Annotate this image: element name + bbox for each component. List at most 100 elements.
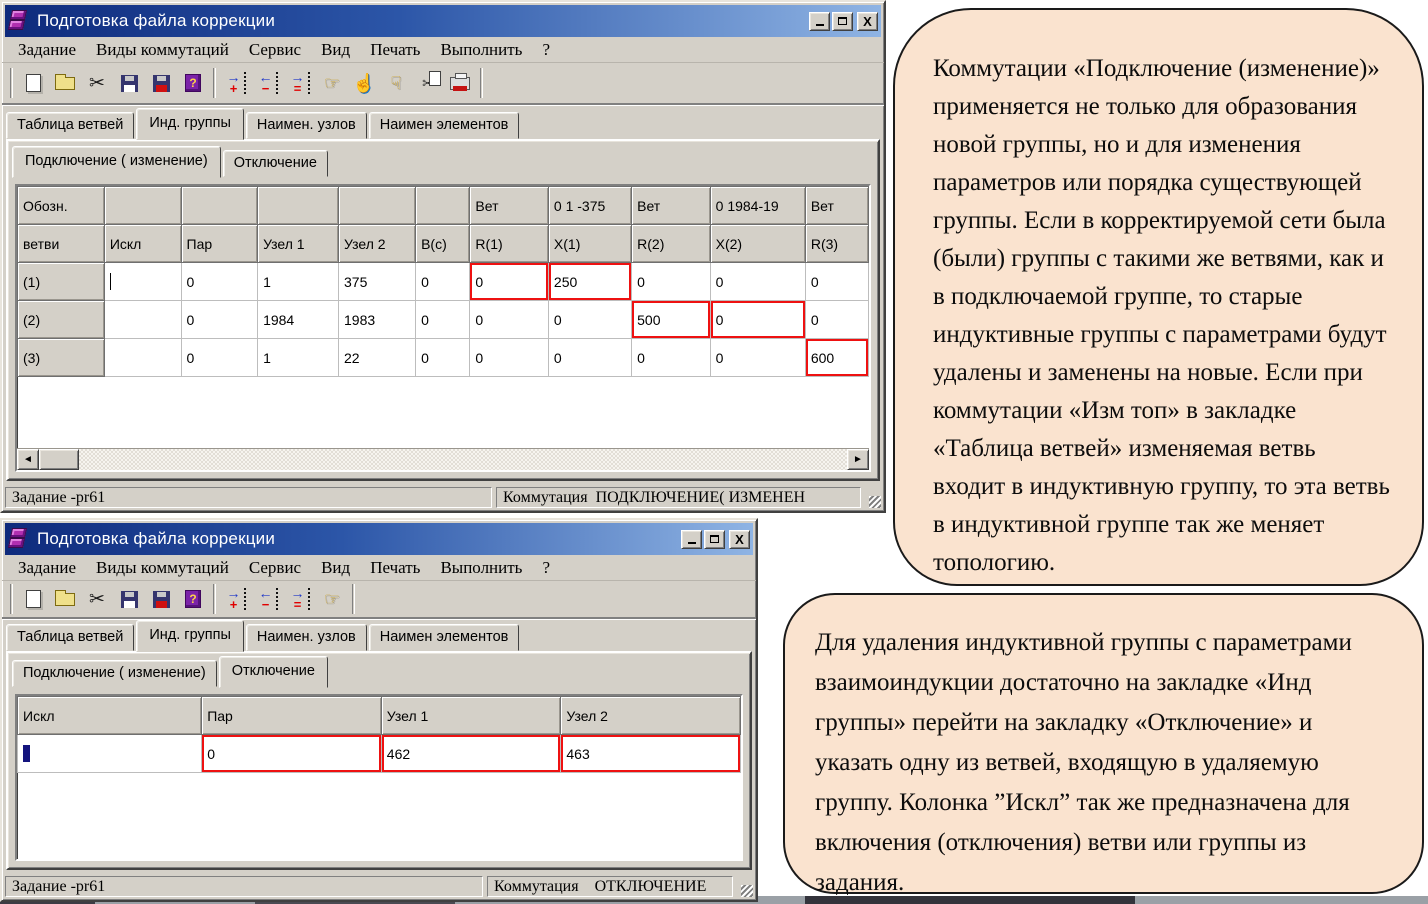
menu-zadanie[interactable]: Задание: [8, 557, 86, 579]
save-button[interactable]: [113, 67, 145, 99]
cell-iskl[interactable]: [104, 263, 181, 301]
menu-vidy-kommutaciy[interactable]: Виды коммутаций: [86, 39, 239, 61]
cell-r3[interactable]: 600: [805, 339, 868, 377]
cell-r1[interactable]: 0: [470, 339, 549, 377]
print-button[interactable]: [444, 67, 476, 99]
tab-naimen-elementov[interactable]: Наимен элементов: [369, 112, 520, 139]
tab-naimen-uzlov[interactable]: Наимен. узлов: [246, 112, 367, 139]
tab-ind-gruppy[interactable]: Инд. группы: [136, 620, 244, 652]
scroll-left-button[interactable]: ◄: [17, 449, 39, 470]
menu-servis[interactable]: Сервис: [239, 557, 311, 579]
cell-uzel2[interactable]: 463: [561, 735, 741, 773]
tab-naimen-elementov[interactable]: Наимен элементов: [369, 624, 520, 651]
disconnect-branch-button[interactable]: ←−: [252, 583, 284, 615]
cell-r1[interactable]: 0: [470, 263, 549, 301]
connect-branch-button[interactable]: →+: [220, 583, 252, 615]
cell-uzel2[interactable]: 22: [339, 339, 416, 377]
cut-button[interactable]: ✂: [81, 67, 113, 99]
title-bar[interactable]: Подготовка файла коррекции X: [5, 5, 881, 37]
cell-uzel1[interactable]: 462: [381, 735, 561, 773]
cell-x1[interactable]: 250: [548, 263, 631, 301]
save-network-button[interactable]: [145, 583, 177, 615]
scroll-right-button[interactable]: ►: [847, 449, 869, 470]
menu-pechat[interactable]: Печать: [360, 557, 430, 579]
new-file-button[interactable]: [17, 67, 49, 99]
select-branch-button[interactable]: ☞: [316, 67, 348, 99]
title-bar[interactable]: Подготовка файла коррекции X: [5, 523, 753, 555]
subtab-podklyuchenie[interactable]: Подключение ( изменение): [12, 660, 217, 687]
horizontal-scrollbar[interactable]: ◄ ►: [17, 448, 869, 470]
menu-help[interactable]: ?: [532, 557, 560, 579]
minimize-button[interactable]: [809, 12, 830, 31]
tab-naimen-uzlov[interactable]: Наимен. узлов: [246, 624, 367, 651]
row-header[interactable]: (3): [18, 339, 105, 377]
cell-r1[interactable]: 0: [470, 301, 549, 339]
cell-uzel1[interactable]: 1: [258, 339, 339, 377]
change-branch-button[interactable]: →=: [284, 67, 316, 99]
cell-x1[interactable]: 0: [548, 339, 631, 377]
connect-branch-button[interactable]: →+: [220, 67, 252, 99]
help-button[interactable]: ?: [177, 583, 209, 615]
cell-r3[interactable]: 0: [805, 301, 868, 339]
scrollbar-thumb[interactable]: [39, 449, 79, 470]
save-button[interactable]: [113, 583, 145, 615]
tab-ind-gruppy[interactable]: Инд. группы: [136, 108, 244, 140]
cell-x2[interactable]: 0: [710, 301, 805, 339]
minimize-button[interactable]: [681, 530, 702, 549]
cell-uzel1[interactable]: 1984: [258, 301, 339, 339]
cell-uzel1[interactable]: 1: [258, 263, 339, 301]
help-button[interactable]: ?: [177, 67, 209, 99]
cell-bc[interactable]: 0: [416, 263, 470, 301]
cell-iskl[interactable]: [18, 735, 202, 773]
menu-zadanie[interactable]: Задание: [8, 39, 86, 61]
new-file-button[interactable]: [17, 583, 49, 615]
cell-par[interactable]: 0: [202, 735, 382, 773]
resize-grip[interactable]: [737, 876, 753, 897]
resize-grip[interactable]: [865, 487, 881, 508]
maximize-button[interactable]: [832, 12, 853, 31]
press-row-button[interactable]: ☟: [380, 67, 412, 99]
insert-row-button[interactable]: ☝: [348, 67, 380, 99]
subtab-podklyuchenie[interactable]: Подключение ( изменение): [12, 146, 221, 178]
close-button[interactable]: X: [857, 12, 878, 31]
cell-par[interactable]: 0: [181, 301, 258, 339]
cell-x2[interactable]: 0: [710, 263, 805, 301]
cell-x2[interactable]: 0: [710, 339, 805, 377]
menu-pechat[interactable]: Печать: [360, 39, 430, 61]
menu-help[interactable]: ?: [532, 39, 560, 61]
cell-iskl[interactable]: [104, 301, 181, 339]
row-header[interactable]: (2): [18, 301, 105, 339]
disconnect-branch-button[interactable]: ←−: [252, 67, 284, 99]
subtab-otklyuchenie[interactable]: Отключение: [219, 656, 328, 688]
cell-r2[interactable]: 0: [632, 263, 711, 301]
menu-vid[interactable]: Вид: [311, 39, 360, 61]
cell-uzel2[interactable]: 375: [339, 263, 416, 301]
cell-bc[interactable]: 0: [416, 301, 470, 339]
maximize-button[interactable]: [704, 530, 725, 549]
save-network-button[interactable]: [145, 67, 177, 99]
tab-tablica-vetvey[interactable]: Таблица ветвей: [6, 624, 134, 651]
cut-button[interactable]: ✂: [81, 583, 113, 615]
menu-vidy-kommutaciy[interactable]: Виды коммутаций: [86, 557, 239, 579]
row-header[interactable]: (1): [18, 263, 105, 301]
cell-par[interactable]: 0: [181, 339, 258, 377]
subtab-otklyuchenie[interactable]: Отключение: [223, 150, 328, 177]
cell-r2[interactable]: 0: [632, 339, 711, 377]
cell-bc[interactable]: 0: [416, 339, 470, 377]
open-file-button[interactable]: [49, 67, 81, 99]
cell-x1[interactable]: 0: [548, 301, 631, 339]
cell-iskl[interactable]: [104, 339, 181, 377]
cut-task-button[interactable]: ✂: [412, 67, 444, 99]
cell-uzel2[interactable]: 1983: [339, 301, 416, 339]
cell-par[interactable]: 0: [181, 263, 258, 301]
tab-tablica-vetvey[interactable]: Таблица ветвей: [6, 112, 134, 139]
change-branch-button[interactable]: →=: [284, 583, 316, 615]
menu-vid[interactable]: Вид: [311, 557, 360, 579]
close-button[interactable]: X: [729, 530, 750, 549]
cell-r2[interactable]: 500: [632, 301, 711, 339]
select-branch-button[interactable]: ☞: [316, 583, 348, 615]
open-file-button[interactable]: [49, 583, 81, 615]
menu-vypolnit[interactable]: Выполнить: [430, 557, 532, 579]
menu-servis[interactable]: Сервис: [239, 39, 311, 61]
cell-r3[interactable]: 0: [805, 263, 868, 301]
